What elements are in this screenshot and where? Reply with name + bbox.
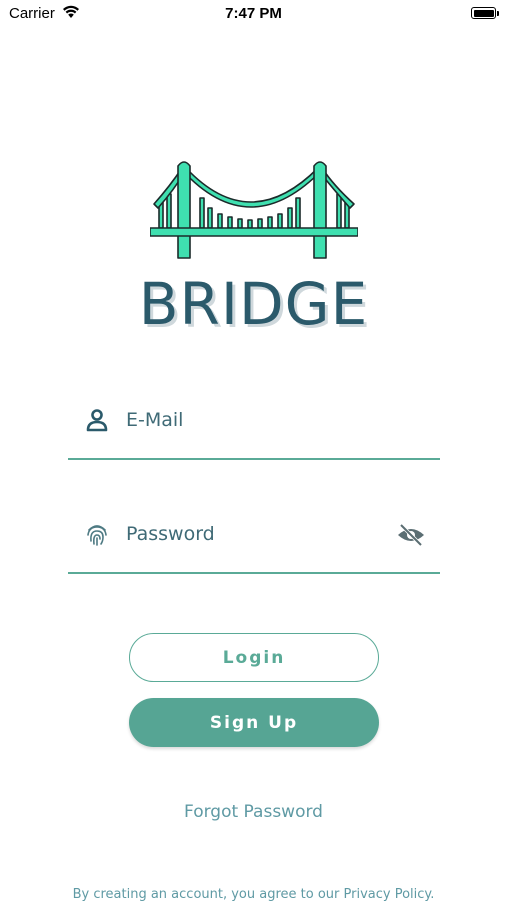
fingerprint-icon — [87, 525, 107, 546]
email-field[interactable] — [68, 398, 440, 460]
forgot-password-link[interactable]: Forgot Password — [0, 802, 507, 822]
eye-off-icon[interactable] — [396, 522, 426, 548]
status-bar: Carrier 7:47 PM — [0, 0, 507, 30]
battery-icon — [471, 7, 496, 19]
brand-name: BRIDGE — [138, 270, 369, 338]
password-input[interactable] — [126, 512, 426, 556]
signup-button[interactable]: Sign Up — [129, 698, 379, 747]
password-field[interactable] — [68, 512, 440, 574]
login-button[interactable]: Login — [129, 633, 379, 682]
email-input[interactable] — [126, 398, 426, 442]
user-icon — [86, 409, 108, 432]
clock: 7:47 PM — [225, 5, 282, 22]
bridge-icon — [150, 161, 358, 259]
battery-nub — [497, 11, 499, 16]
